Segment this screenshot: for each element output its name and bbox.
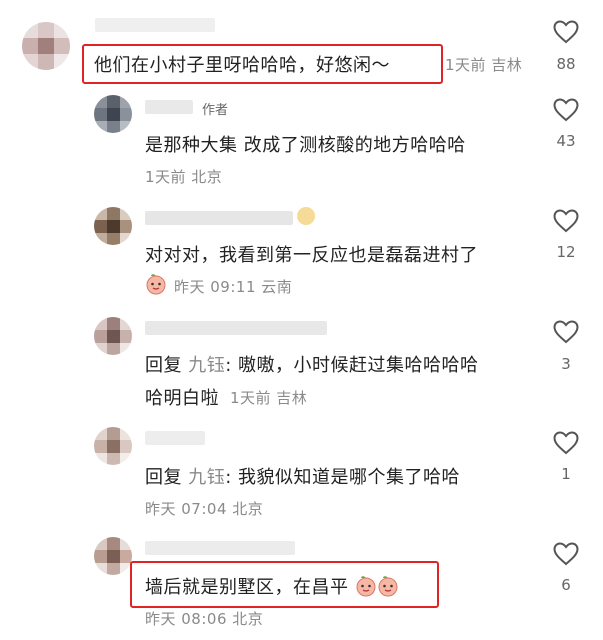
heart-outline-icon[interactable]	[553, 542, 579, 566]
username-blurred[interactable]	[95, 18, 215, 32]
comment-meta: 1天前 吉林	[445, 56, 523, 74]
heart-outline-icon[interactable]	[553, 98, 579, 122]
username-blurred[interactable]	[145, 211, 293, 225]
comment-meta: 1天前 吉林	[230, 389, 308, 407]
avatar[interactable]	[94, 207, 132, 245]
reply-prefix: 回复	[145, 355, 182, 376]
peach-emoji-icon	[356, 576, 376, 597]
reply-prefix: 回复	[145, 467, 182, 488]
like-count: 43	[556, 132, 576, 150]
like-count: 3	[561, 355, 571, 373]
like-count: 6	[561, 576, 571, 594]
peach-emoji-icon	[146, 274, 166, 295]
username-blurred[interactable]	[145, 431, 205, 445]
avatar[interactable]	[94, 537, 132, 575]
like-count: 12	[556, 243, 576, 261]
comment-text: 回复 九钰: 嗷嗷，小时候赶过集哈哈哈哈	[145, 351, 479, 377]
comment-text: 对对对，我看到第一反应也是磊磊进村了	[145, 245, 478, 266]
peach-emoji-icon	[378, 576, 398, 597]
heart-outline-icon[interactable]	[553, 20, 579, 44]
author-tag: 作者	[202, 103, 229, 118]
reply-to-username[interactable]: 九钰	[188, 467, 225, 488]
heart-outline-icon[interactable]	[553, 209, 579, 233]
username-blurred[interactable]	[145, 541, 295, 555]
heart-outline-icon[interactable]	[553, 320, 579, 344]
comment-text: 他们在小村子里呀哈哈哈，好悠闲～	[94, 55, 390, 76]
avatar[interactable]	[94, 317, 132, 355]
comment-meta: 昨天 09:11 云南	[174, 278, 293, 296]
like-count: 88	[556, 55, 576, 73]
reply-text: : 我貌似知道是哪个集了哈哈	[225, 467, 461, 488]
comment-meta: 昨天 07:04 北京	[145, 500, 264, 518]
heart-outline-icon[interactable]	[553, 431, 579, 455]
avatar[interactable]	[94, 95, 132, 133]
comment-text: 回复 九钰: 我貌似知道是哪个集了哈哈	[145, 463, 460, 489]
reply-text: : 嗷嗷，小时候赶过集哈哈哈哈	[225, 355, 479, 376]
comment-text: 墙后就是别墅区，在昌平	[145, 573, 399, 599]
comment-text: 是那种大集 改成了测核酸的地方哈哈哈	[145, 135, 466, 156]
avatar[interactable]	[94, 427, 132, 465]
username-emoji	[297, 207, 315, 225]
username-blurred[interactable]	[145, 321, 327, 335]
avatar[interactable]	[22, 22, 70, 70]
comment-meta: 昨天 08:06 北京	[145, 610, 264, 628]
comment-text-continued: 哈明白啦	[145, 388, 219, 409]
comment-meta: 1天前 北京	[145, 168, 223, 186]
like-count: 1	[561, 465, 571, 483]
username-blurred[interactable]	[145, 100, 193, 114]
reply-to-username[interactable]: 九钰	[188, 355, 225, 376]
